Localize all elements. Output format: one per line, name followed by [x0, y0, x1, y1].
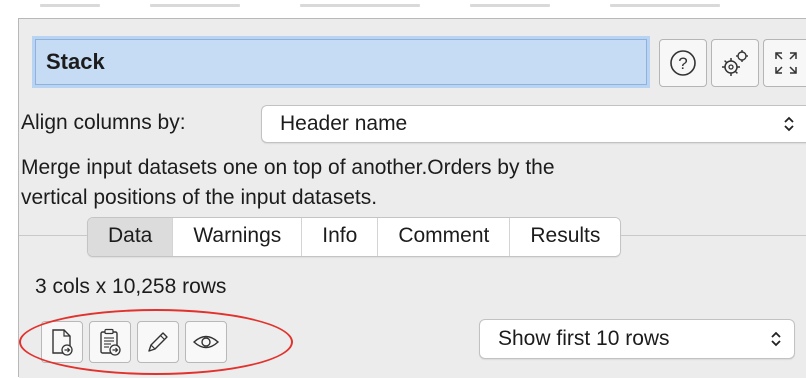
faded-toolbar-element — [300, 4, 420, 7]
faded-toolbar-element — [470, 4, 550, 7]
tab-results[interactable]: Results — [509, 218, 621, 256]
align-columns-value: Header name — [280, 112, 408, 135]
show-rows-value: Show first 10 rows — [498, 327, 670, 350]
updown-chevron-icon — [784, 116, 794, 132]
updown-chevron-icon — [771, 331, 781, 347]
tab-info[interactable]: Info — [301, 218, 378, 256]
tab-comment[interactable]: Comment — [377, 218, 510, 256]
show-rows-select[interactable]: Show first 10 rows — [479, 319, 795, 359]
settings-button[interactable] — [711, 39, 759, 87]
help-circle-icon: ? — [670, 50, 696, 76]
help-button[interactable]: ? — [659, 39, 707, 87]
faded-toolbar-element — [150, 4, 240, 7]
transform-title-field[interactable]: Stack — [35, 39, 647, 85]
expand-arrows-icon — [774, 52, 797, 74]
row-count-label: 3 cols x 10,258 rows — [35, 275, 227, 298]
tab-warnings[interactable]: Warnings — [172, 218, 302, 256]
description-line: vertical positions of the input datasets… — [21, 186, 378, 209]
align-columns-label: Align columns by: — [21, 111, 186, 134]
align-columns-select[interactable]: Header name — [261, 105, 806, 143]
window-top-strip — [0, 0, 806, 14]
faded-toolbar-element — [610, 4, 720, 7]
transform-description: Merge input datasets one on top of anoth… — [21, 153, 781, 213]
maximize-button[interactable] — [763, 39, 806, 87]
stack-panel: Stack ? Align columns by: Header name Me… — [18, 18, 806, 378]
red-highlight-ellipse — [19, 309, 293, 375]
faded-toolbar-element — [40, 4, 100, 7]
tab-data[interactable]: Data — [88, 218, 173, 256]
svg-text:?: ? — [678, 54, 687, 73]
description-line: Merge input datasets one on top of anoth… — [21, 156, 555, 179]
gears-icon — [722, 50, 748, 76]
tab-bar: Data Warnings Info Comment Results — [87, 217, 622, 257]
